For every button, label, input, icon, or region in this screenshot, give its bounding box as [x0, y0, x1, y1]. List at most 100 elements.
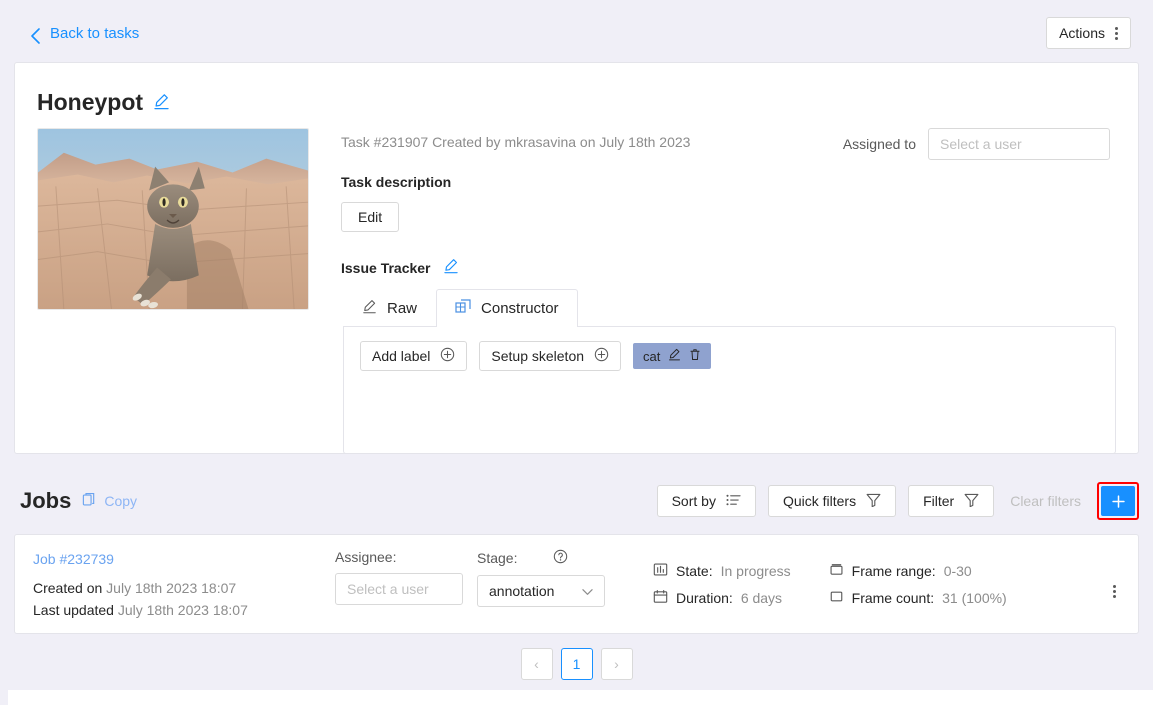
calendar-icon: [653, 589, 668, 607]
job-stats: State: In progress Duration: 6 days Fram…: [605, 535, 1007, 611]
tab-constructor-label: Constructor: [481, 300, 559, 317]
tab-raw-label: Raw: [387, 300, 418, 317]
job-stats-right: Frame range: 0-30 Frame count: 31 (100%): [829, 557, 1007, 611]
funnel-icon: [964, 493, 979, 510]
chevron-left-icon: [30, 27, 41, 44]
job-actions-menu[interactable]: [1113, 535, 1138, 598]
stage-label-text: Stage:: [477, 550, 518, 566]
add-label-text: Add label: [372, 348, 431, 364]
frame-range-icon: [829, 562, 844, 580]
task-details-page: Back to tasks Actions Honeypot Assigned …: [0, 0, 1153, 705]
edit-title-pencil-icon[interactable]: [153, 89, 170, 116]
back-to-tasks-link[interactable]: Back to tasks: [30, 24, 140, 44]
assigned-to-group: Assigned to Select a user: [843, 128, 1110, 160]
job-stage-select[interactable]: annotation: [477, 575, 605, 607]
tracker-tabs: Raw Constructor: [343, 289, 1116, 327]
filter-button[interactable]: Filter: [908, 485, 995, 517]
task-info: Assigned to Select a user Task #231907 C…: [341, 128, 1138, 454]
stage-field: Stage: annotation: [477, 549, 605, 607]
issue-tracker-heading: Issue Tracker: [341, 259, 431, 276]
quick-filters-label: Quick filters: [782, 493, 857, 509]
plus-circle-icon: [594, 347, 609, 365]
more-vertical-icon: [1113, 585, 1116, 598]
jobs-title-group: Jobs Copy: [20, 488, 137, 514]
plus-icon: [1111, 494, 1125, 508]
assignee-field-label: Assignee:: [335, 549, 397, 565]
job-updated-value: July 18th 2023 18:07: [117, 602, 248, 618]
job-fields: Assignee: Select a user Stage: annotatio…: [335, 535, 605, 607]
state-icon: [653, 562, 668, 580]
job-stage-value: annotation: [489, 583, 555, 599]
edit-description-button[interactable]: Edit: [341, 202, 400, 232]
job-link[interactable]: Job #232739: [33, 551, 335, 567]
job-updated-row: Last updated July 18th 2023 18:07: [33, 599, 335, 621]
job-updated-label: Last updated: [33, 602, 114, 618]
pagination-prev[interactable]: ‹: [520, 648, 553, 680]
frame-count-icon: [829, 589, 844, 607]
job-state: State: In progress: [653, 557, 791, 584]
pagination-page-1[interactable]: 1: [560, 648, 593, 680]
pagination: ‹ 1 ›: [0, 648, 1153, 680]
pagination-next[interactable]: ›: [600, 648, 633, 680]
stage-field-label: Stage:: [477, 549, 605, 567]
sort-by-button[interactable]: Sort by: [656, 485, 756, 517]
actions-button[interactable]: Actions: [1046, 17, 1131, 49]
task-card: Honeypot Assigned to Select a user Task …: [14, 62, 1139, 454]
chevron-down-icon: [582, 583, 593, 599]
job-identity: Job #232739 Created on July 18th 2023 18…: [15, 535, 335, 621]
issue-tracker-tabs-area: Raw Constructor Add label Setup skeleton…: [343, 289, 1116, 454]
tab-constructor[interactable]: Constructor: [436, 289, 578, 327]
label-chip-cat[interactable]: cat: [633, 343, 712, 369]
constructor-grid-icon: [455, 299, 471, 318]
job-frame-count-value: 31 (100%): [942, 589, 1007, 606]
tab-raw[interactable]: Raw: [343, 289, 436, 327]
assignee-select[interactable]: Select a user: [928, 128, 1110, 160]
task-description-heading: Task description: [341, 174, 452, 190]
help-circle-icon[interactable]: [553, 549, 568, 567]
add-job-highlight: [1097, 482, 1139, 520]
copy-icon: [82, 492, 96, 510]
job-frame-range: Frame range: 0-30: [829, 557, 1007, 584]
funnel-icon: [866, 493, 881, 510]
task-preview-image[interactable]: [37, 128, 309, 310]
add-label-button[interactable]: Add label: [360, 341, 468, 371]
top-bar: Back to tasks Actions: [0, 0, 1153, 66]
copy-jobs-link[interactable]: Copy: [82, 492, 137, 510]
constructor-panel: Add label Setup skeleton cat: [343, 326, 1116, 454]
add-job-button[interactable]: [1101, 486, 1135, 516]
copy-label: Copy: [104, 493, 138, 509]
job-row[interactable]: Job #232739 Created on July 18th 2023 18…: [14, 534, 1139, 634]
edit-issue-tracker-pencil-icon[interactable]: [443, 258, 459, 277]
clear-filters-button[interactable]: Clear filters: [1006, 493, 1085, 509]
setup-skeleton-button[interactable]: Setup skeleton: [479, 341, 622, 371]
assignee-placeholder: Select a user: [940, 136, 1022, 152]
plus-circle-icon: [440, 347, 455, 365]
job-state-label: State:: [676, 562, 713, 579]
left-edge-strip: [0, 0, 8, 705]
job-duration-label: Duration:: [676, 589, 733, 606]
job-duration: Duration: 6 days: [653, 584, 791, 611]
task-title-text: Honeypot: [37, 89, 144, 115]
edit-label-pencil-icon[interactable]: [668, 348, 681, 364]
job-state-value: In progress: [720, 562, 791, 579]
jobs-header: Jobs Copy Sort by Quick filters Filter C…: [14, 470, 1139, 532]
job-assignee-select[interactable]: Select a user: [335, 573, 463, 605]
job-frame-range-value: 0-30: [943, 562, 972, 579]
job-frame-range-label: Frame range:: [851, 562, 936, 579]
actions-label: Actions: [1059, 25, 1105, 41]
bottom-strip: [0, 690, 1153, 705]
page-title: Honeypot: [37, 89, 1138, 116]
job-duration-value: 6 days: [740, 589, 783, 606]
setup-skeleton-text: Setup skeleton: [491, 348, 585, 364]
job-created-value: July 18th 2023 18:07: [106, 580, 237, 596]
sort-list-icon: [726, 493, 741, 510]
task-body: Assigned to Select a user Task #231907 C…: [15, 128, 1138, 454]
filter-label: Filter: [923, 493, 955, 509]
quick-filters-button[interactable]: Quick filters: [767, 485, 897, 517]
job-frame-count: Frame count: 31 (100%): [829, 584, 1007, 611]
job-created-label: Created on: [33, 580, 103, 596]
job-dates: Created on July 18th 2023 18:07 Last upd…: [33, 577, 335, 621]
delete-label-trash-icon[interactable]: [689, 348, 701, 364]
back-to-tasks-label: Back to tasks: [50, 24, 140, 42]
edit-description-label: Edit: [358, 209, 383, 225]
